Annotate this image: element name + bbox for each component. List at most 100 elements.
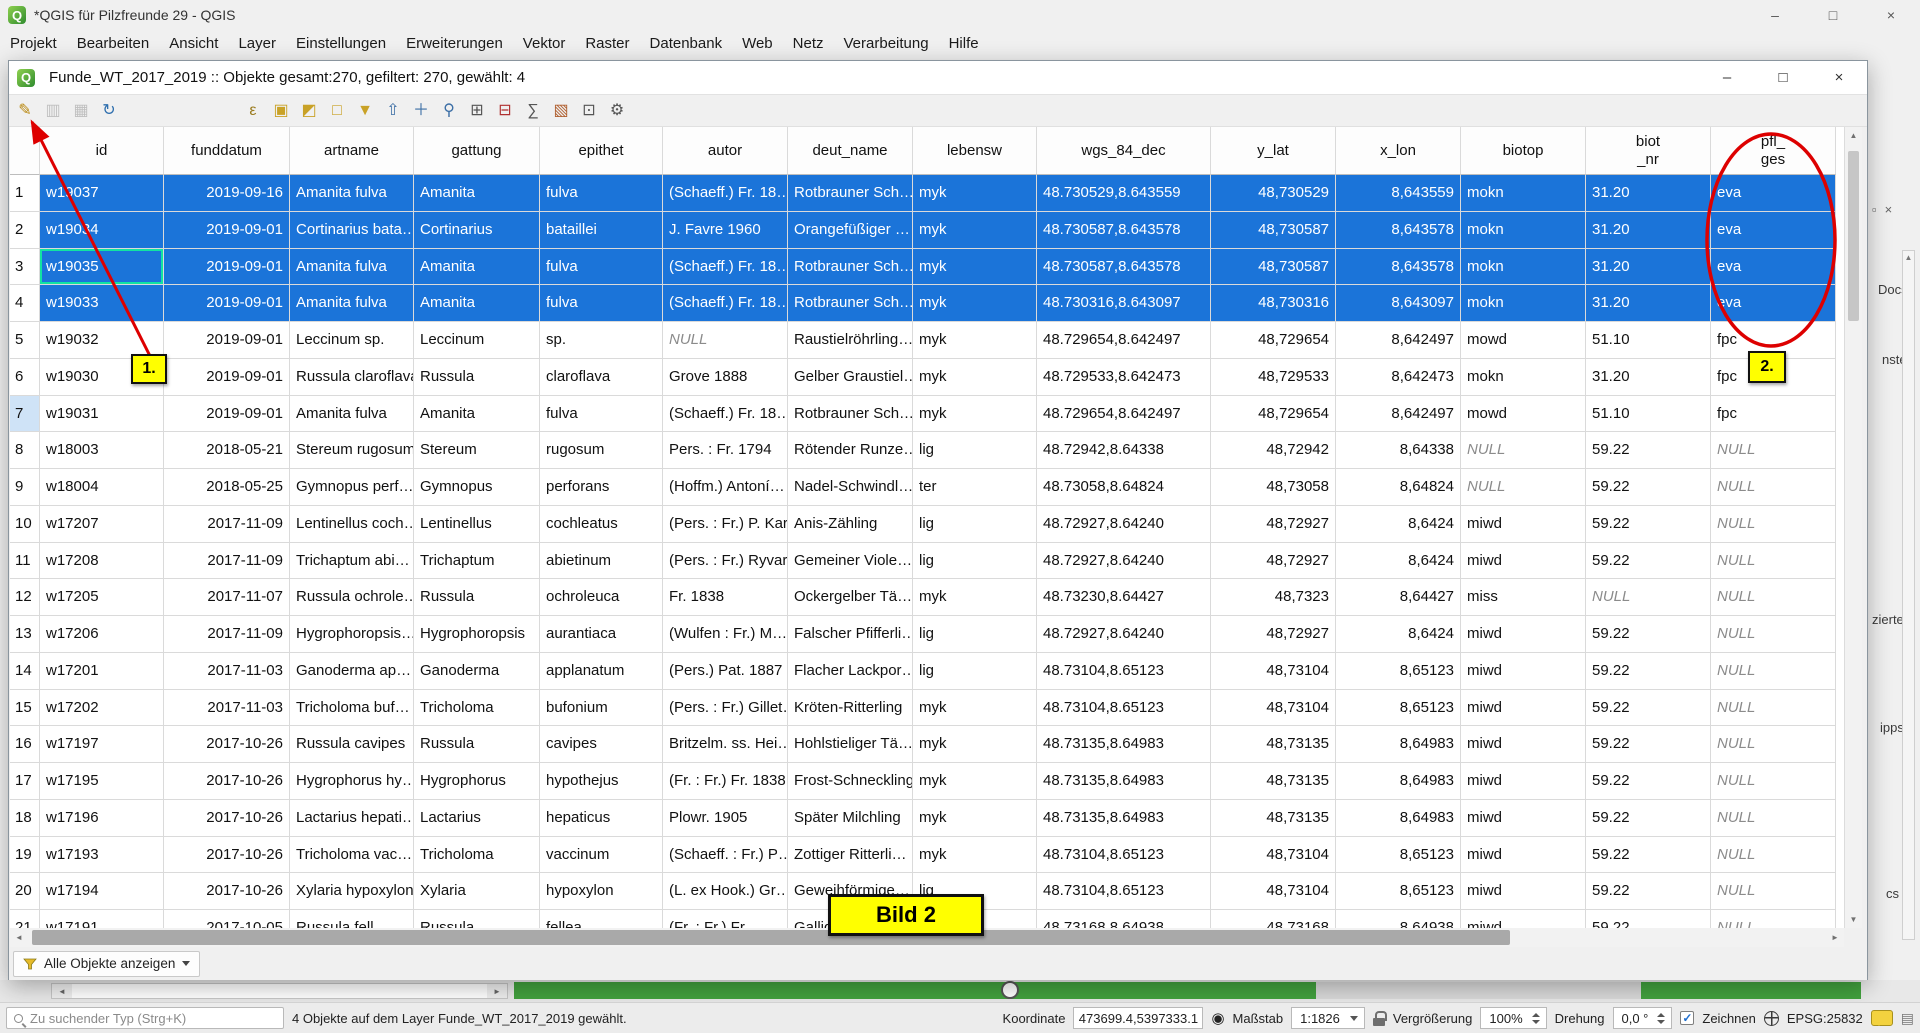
cell-biotop[interactable]: miwd <box>1461 726 1586 763</box>
cell-lebensw[interactable]: myk <box>913 579 1037 616</box>
cell-biot_nr[interactable]: 51.10 <box>1586 322 1711 359</box>
cell-artname[interactable]: Russula ochrole… <box>290 579 414 616</box>
column-header-pfl_ges[interactable]: pfl_ ges <box>1711 127 1836 175</box>
cell-gattung[interactable]: Amanita <box>414 249 540 286</box>
cell-gattung[interactable]: Leccinum <box>414 322 540 359</box>
cell-id[interactable]: w19031 <box>40 396 164 433</box>
cell-deut_name[interactable]: Nadel-Schwindl… <box>788 469 913 506</box>
lock-scale-icon[interactable] <box>1373 1011 1385 1026</box>
row-number[interactable]: 7 <box>10 396 40 433</box>
cell-funddatum[interactable]: 2017-11-09 <box>164 506 290 543</box>
cell-artname[interactable]: Tricholoma buf… <box>290 690 414 727</box>
cell-funddatum[interactable]: 2017-11-09 <box>164 543 290 580</box>
attr-minimize-button[interactable]: – <box>1699 61 1755 94</box>
column-header-epithet[interactable]: epithet <box>540 127 663 175</box>
cell-x_lon[interactable]: 8,642497 <box>1336 322 1461 359</box>
cell-id[interactable]: w17207 <box>40 506 164 543</box>
cell-id[interactable]: w17191 <box>40 910 164 928</box>
cell-autor[interactable]: (Schaeff.) Fr. 18… <box>663 249 788 286</box>
row-number[interactable]: 3 <box>10 249 40 286</box>
cell-deut_name[interactable]: Ockergelber Tä… <box>788 579 913 616</box>
cell-wgs_84_dec[interactable]: 48.73135,8.64983 <box>1037 726 1211 763</box>
cell-biotop[interactable]: mowd <box>1461 322 1586 359</box>
cell-y_lat[interactable]: 48,729654 <box>1211 396 1336 433</box>
cell-funddatum[interactable]: 2019-09-01 <box>164 322 290 359</box>
row-number[interactable]: 5 <box>10 322 40 359</box>
scroll-down-icon[interactable]: ▼ <box>1845 915 1862 924</box>
cell-epithet[interactable]: cavipes <box>540 726 663 763</box>
cell-deut_name[interactable]: Gemeiner Viole… <box>788 543 913 580</box>
cell-funddatum[interactable]: 2017-10-26 <box>164 726 290 763</box>
cell-pfl_ges[interactable]: NULL <box>1711 469 1836 506</box>
column-header-autor[interactable]: autor <box>663 127 788 175</box>
cell-autor[interactable]: (Pers. : Fr.) Ryvar… <box>663 543 788 580</box>
cell-lebensw[interactable]: myk <box>913 763 1037 800</box>
cell-x_lon[interactable]: 8,65123 <box>1336 873 1461 910</box>
cell-biotop[interactable]: NULL <box>1461 432 1586 469</box>
cell-biot_nr[interactable]: 59.22 <box>1586 469 1711 506</box>
cell-biot_nr[interactable]: NULL <box>1586 579 1711 616</box>
cell-x_lon[interactable]: 8,64983 <box>1336 800 1461 837</box>
cell-biotop[interactable]: miwd <box>1461 616 1586 653</box>
cell-x_lon[interactable]: 8,643097 <box>1336 285 1461 322</box>
filter-select-button[interactable]: ▼ <box>353 99 377 123</box>
cell-x_lon[interactable]: 8,6424 <box>1336 543 1461 580</box>
cell-x_lon[interactable]: 8,64983 <box>1336 726 1461 763</box>
cell-biotop[interactable]: miss <box>1461 579 1586 616</box>
scroll-right-icon[interactable]: ► <box>487 984 507 998</box>
cell-id[interactable]: w17202 <box>40 690 164 727</box>
cell-funddatum[interactable]: 2017-11-03 <box>164 653 290 690</box>
cell-lebensw[interactable]: myk <box>913 690 1037 727</box>
cell-pfl_ges[interactable]: NULL <box>1711 506 1836 543</box>
cell-x_lon[interactable]: 8,643578 <box>1336 249 1461 286</box>
row-number[interactable]: 8 <box>10 432 40 469</box>
cell-y_lat[interactable]: 48,72927 <box>1211 543 1336 580</box>
cell-pfl_ges[interactable]: NULL <box>1711 763 1836 800</box>
pan-to-selection-button[interactable]: ＋ <box>409 99 433 123</box>
cell-artname[interactable]: Russula fell… <box>290 910 414 928</box>
cell-artname[interactable]: Amanita fulva <box>290 285 414 322</box>
cell-funddatum[interactable]: 2019-09-01 <box>164 359 290 396</box>
cell-autor[interactable]: Plowr. 1905 <box>663 800 788 837</box>
cell-y_lat[interactable]: 48,73058 <box>1211 469 1336 506</box>
cell-gattung[interactable]: Cortinarius <box>414 212 540 249</box>
column-header-funddatum[interactable]: funddatum <box>164 127 290 175</box>
row-number[interactable]: 11 <box>10 543 40 580</box>
cell-pfl_ges[interactable]: NULL <box>1711 873 1836 910</box>
cell-biotop[interactable]: mokn <box>1461 285 1586 322</box>
cell-id[interactable]: w18003 <box>40 432 164 469</box>
cell-lebensw[interactable]: myk <box>913 285 1037 322</box>
cell-y_lat[interactable]: 48,730587 <box>1211 249 1336 286</box>
cell-wgs_84_dec[interactable]: 48.73104,8.65123 <box>1037 837 1211 874</box>
cell-artname[interactable]: Lactarius hepati… <box>290 800 414 837</box>
cell-biot_nr[interactable]: 31.20 <box>1586 249 1711 286</box>
cell-gattung[interactable]: Tricholoma <box>414 837 540 874</box>
cell-gattung[interactable]: Hygrophorus <box>414 763 540 800</box>
cell-lebensw[interactable]: myk <box>913 837 1037 874</box>
cell-artname[interactable]: Hygrophorus hy… <box>290 763 414 800</box>
scale-combobox[interactable]: 1:1826 <box>1291 1007 1365 1029</box>
cell-id[interactable]: w19033 <box>40 285 164 322</box>
menu-item-hilfe[interactable]: Hilfe <box>939 35 989 52</box>
cell-lebensw[interactable]: myk <box>913 726 1037 763</box>
menu-item-ansicht[interactable]: Ansicht <box>159 35 228 52</box>
cell-y_lat[interactable]: 48,72942 <box>1211 432 1336 469</box>
cell-gattung[interactable]: Ganoderma <box>414 653 540 690</box>
row-number[interactable]: 1 <box>10 175 40 212</box>
cell-epithet[interactable]: sp. <box>540 322 663 359</box>
cell-pfl_ges[interactable]: NULL <box>1711 432 1836 469</box>
cell-x_lon[interactable]: 8,64427 <box>1336 579 1461 616</box>
cell-wgs_84_dec[interactable]: 48.72942,8.64338 <box>1037 432 1211 469</box>
cell-pfl_ges[interactable]: eva <box>1711 212 1836 249</box>
cell-pfl_ges[interactable]: NULL <box>1711 726 1836 763</box>
cell-lebensw[interactable]: lig <box>913 653 1037 690</box>
dock-attribute-table-button[interactable]: ⊡ <box>577 99 601 123</box>
cell-wgs_84_dec[interactable]: 48.73135,8.64983 <box>1037 800 1211 837</box>
cell-y_lat[interactable]: 48,729533 <box>1211 359 1336 396</box>
cell-biot_nr[interactable]: 31.20 <box>1586 212 1711 249</box>
cell-biotop[interactable]: miwd <box>1461 873 1586 910</box>
cell-biotop[interactable]: miwd <box>1461 837 1586 874</box>
minimize-button[interactable]: – <box>1746 0 1804 30</box>
row-number[interactable]: 19 <box>10 837 40 874</box>
conditional-formatting-button[interactable]: ▧ <box>549 99 573 123</box>
